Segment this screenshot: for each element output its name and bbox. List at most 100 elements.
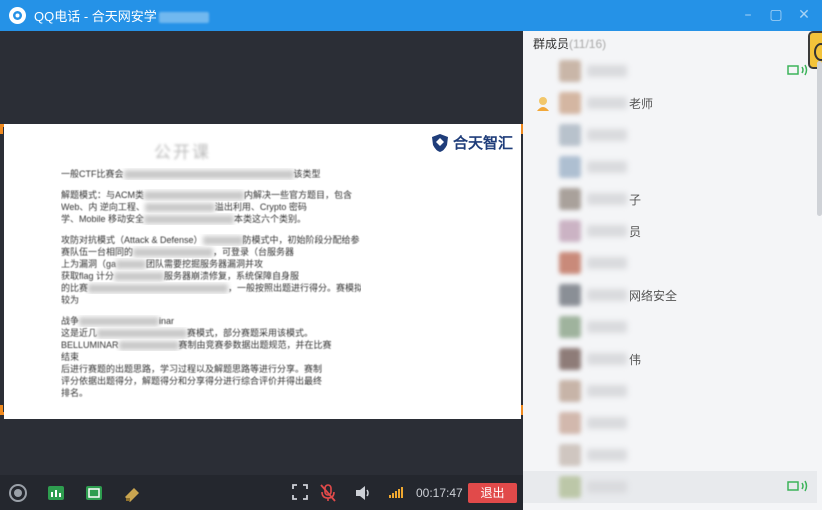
call-toolbar: 00:17:47 退出 (0, 475, 523, 510)
role-placeholder (535, 319, 551, 335)
screen-share-icon[interactable] (84, 483, 104, 503)
slide-body: 一般CTF比赛会 该类型 解题模式：与ACM类 内解决一些官方题目，包含 Web、内 … (61, 168, 361, 408)
member-item[interactable] (523, 311, 817, 343)
slide-title: 公开课 (154, 143, 211, 162)
slide-text-line: 评分依据出题得分，解题得分和分享得分进行综合评价并得出最终 (61, 376, 323, 386)
avatar (559, 316, 581, 338)
screen-share-view[interactable]: 公开课 合天智汇 一般CTF比赛会 该类型 解题模式：与ACM类 内解决一些官方题目… (0, 31, 523, 475)
signal-strength-icon (389, 486, 403, 498)
slide-text-line: 的比赛，一般按照出题进行得分。赛模拟过程 (61, 283, 361, 294)
member-item[interactable] (523, 151, 817, 183)
member-name-redacted (587, 257, 627, 269)
avatar (559, 124, 581, 146)
speaking-icon (787, 62, 811, 81)
role-placeholder (535, 223, 551, 239)
member-item[interactable]: 伟 (523, 343, 817, 375)
member-item[interactable] (523, 439, 817, 471)
speaker-icon[interactable] (353, 483, 373, 503)
slide-text-line: 上为漏洞（ga 团队需要挖掘服务器漏洞并攻 (61, 259, 264, 270)
member-name-redacted (587, 481, 627, 493)
member-item[interactable] (523, 55, 817, 87)
member-name: 子 (629, 192, 642, 207)
exit-call-button[interactable]: 退出 (468, 483, 517, 503)
member-name-redacted (587, 353, 627, 365)
slide-text-line: 学、Mobile 移动安全 本类这六个类别。 (61, 214, 307, 225)
close-button[interactable]: ✕ (796, 6, 812, 24)
title-bar: QQ电话 - 合天网安学 – ▢ ✕ (0, 0, 822, 31)
slide-text-line: 较为 (61, 295, 80, 305)
whiteboard-icon[interactable] (46, 483, 66, 503)
speaking-icon (787, 478, 811, 497)
slide-text-line: BELLUMINAR 赛制由竞赛参数据出题规范，并在比赛 (61, 340, 332, 351)
role-placeholder (535, 479, 551, 495)
avatar (559, 156, 581, 178)
shared-slide: 公开课 合天智汇 一般CTF比赛会 该类型 解题模式：与ACM类 内解决一些官方题目… (4, 124, 521, 419)
avatar (559, 380, 581, 402)
member-item[interactable] (523, 247, 817, 279)
maximize-button[interactable]: ▢ (768, 6, 784, 24)
member-item[interactable]: 老师 (523, 87, 817, 119)
member-item[interactable] (523, 471, 817, 503)
avatar (559, 348, 581, 370)
member-name-redacted (587, 129, 627, 141)
slide-logo: 合天智汇 (431, 132, 513, 153)
role-placeholder (535, 63, 551, 79)
member-name-redacted (587, 193, 627, 205)
role-placeholder (535, 255, 551, 271)
member-item[interactable] (523, 407, 817, 439)
member-list-scrollbar[interactable] (817, 61, 822, 216)
slide-text-line: 赛队伍一台相同的 ，可登录（台服务器 (61, 247, 295, 258)
member-name-redacted (587, 161, 627, 173)
avatar (559, 412, 581, 434)
call-timer: 00:17:47 (416, 486, 463, 500)
microphone-muted-icon[interactable] (319, 483, 339, 503)
avatar (559, 252, 581, 274)
member-item[interactable] (523, 375, 817, 407)
shield-icon (431, 133, 448, 152)
member-name-redacted (587, 289, 627, 301)
avatar (559, 284, 581, 306)
member-name-redacted (587, 97, 627, 109)
avatar (559, 476, 581, 498)
slide-text-line: 攻防对抗模式（Attack & Defense） 防模式中，初始阶段分配给参 (61, 235, 360, 246)
member-panel: 群成员(11/16) 老师子员网络安全伟 (523, 31, 822, 510)
settings-circle-icon[interactable] (8, 483, 28, 503)
member-name: 老师 (629, 96, 654, 111)
role-placeholder (535, 351, 551, 367)
member-item[interactable]: 子 (523, 183, 817, 215)
minimize-button[interactable]: – (740, 6, 756, 24)
member-name-redacted (587, 449, 627, 461)
avatar (559, 92, 581, 114)
avatar (559, 188, 581, 210)
member-item[interactable] (523, 119, 817, 151)
member-name-redacted (587, 385, 627, 397)
role-placeholder (535, 191, 551, 207)
member-name-redacted (587, 65, 627, 77)
slide-text-line: 一般CTF比赛会 该类型 (61, 169, 321, 180)
slide-text-line: 排名。 (61, 388, 89, 398)
role-placeholder (535, 447, 551, 463)
fullscreen-icon[interactable] (291, 483, 311, 503)
slide-text-line: Web、内 逆向工程、 溢出利用、Crypto 密码 (61, 202, 307, 213)
member-item[interactable]: 网络安全 (523, 279, 817, 311)
file-transfer-icon[interactable] (122, 483, 142, 503)
role-placeholder (535, 159, 551, 175)
qq-call-icon (9, 7, 26, 24)
member-name: 网络安全 (629, 288, 678, 303)
member-name: 伟 (629, 352, 642, 367)
avatar (559, 220, 581, 242)
role-placeholder (535, 383, 551, 399)
slide-text-line: 结束 (61, 352, 80, 362)
member-name-redacted (587, 321, 627, 333)
slide-text-line: 解题模式：与ACM类 内解决一些官方题目，包含 (61, 190, 353, 201)
role-placeholder (535, 127, 551, 143)
teacher-icon (535, 95, 551, 111)
avatar (559, 60, 581, 82)
avatar (559, 444, 581, 466)
member-item[interactable]: 员 (523, 215, 817, 247)
role-placeholder (535, 415, 551, 431)
member-name-redacted (587, 225, 627, 237)
member-list-title: 群成员(11/16) (533, 37, 607, 51)
role-placeholder (535, 287, 551, 303)
slide-text-line: 战争 inar (61, 316, 175, 327)
